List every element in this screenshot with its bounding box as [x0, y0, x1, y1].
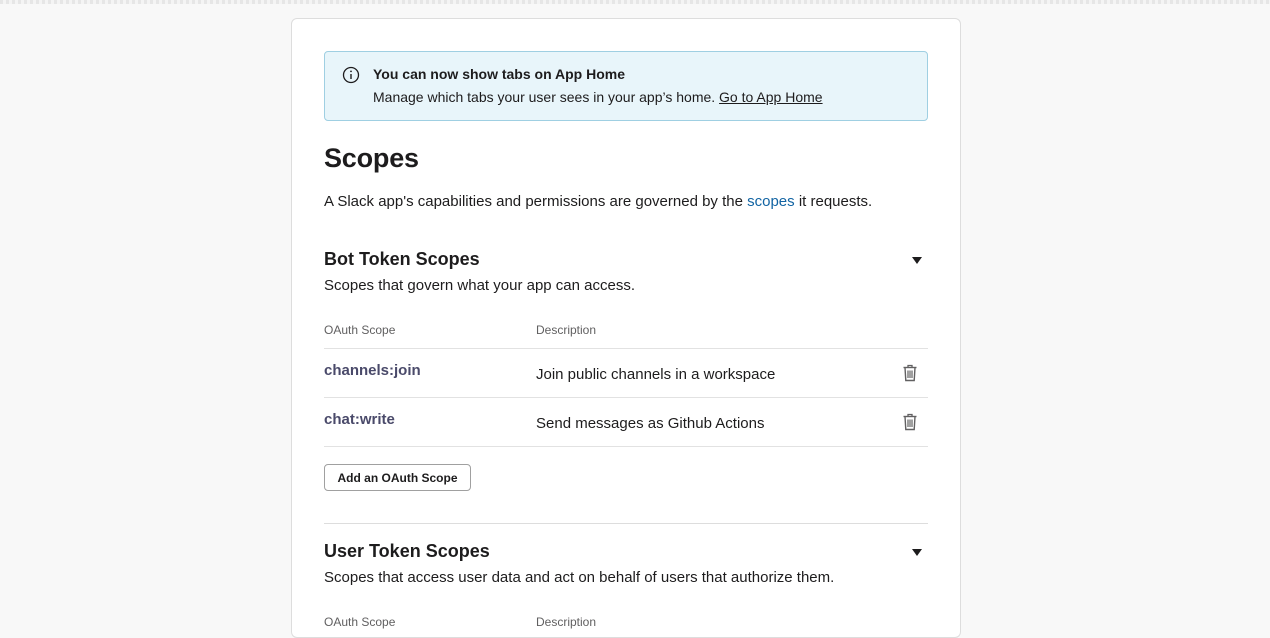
app-home-banner: You can now show tabs on App Home Manage…	[324, 51, 928, 121]
info-circle-icon	[342, 66, 360, 84]
column-header-description: Description	[536, 323, 597, 337]
scopes-link[interactable]: scopes	[747, 193, 795, 210]
card-content: You can now show tabs on App Home Manage…	[324, 51, 928, 629]
trash-icon[interactable]	[902, 364, 918, 382]
go-to-app-home-link[interactable]: Go to App Home	[719, 89, 823, 105]
column-header-oauth-scope: OAuth Scope	[324, 323, 396, 337]
bot-token-scopes-subtitle: Scopes that govern what your app can acc…	[324, 277, 636, 294]
user-token-scopes-subtitle: Scopes that access user data and act on …	[324, 569, 835, 586]
intro-text: A Slack app's capabilities and permissio…	[324, 193, 743, 210]
scope-description: Join public channels in a workspace	[536, 366, 776, 383]
banner-body-text: Manage which tabs your user sees in your…	[373, 89, 716, 105]
column-header-description: Description	[536, 615, 597, 629]
scope-name: channels:join	[324, 362, 421, 379]
column-header-oauth-scope: OAuth Scope	[324, 615, 396, 629]
table-divider	[324, 348, 928, 349]
scope-description: Send messages as Github Actions	[536, 415, 765, 432]
trash-icon[interactable]	[902, 413, 918, 431]
top-border	[0, 0, 1270, 4]
scope-name: chat:write	[324, 411, 395, 428]
banner-title: You can now show tabs on App Home	[373, 66, 626, 82]
bot-token-scopes-title: Bot Token Scopes	[324, 249, 480, 269]
user-token-scopes-title: User Token Scopes	[324, 541, 490, 561]
page-title: Scopes	[324, 143, 419, 173]
section-divider	[324, 523, 928, 524]
scopes-card: You can now show tabs on App Home Manage…	[291, 18, 961, 638]
table-divider	[324, 446, 928, 447]
intro-text-end: it requests.	[798, 193, 873, 210]
banner-body: Manage which tabs your user sees in your…	[373, 89, 823, 105]
caret-down-icon[interactable]	[911, 256, 923, 266]
add-oauth-scope-button[interactable]: Add an OAuth Scope	[324, 464, 471, 491]
caret-down-icon[interactable]	[911, 548, 923, 558]
table-divider	[324, 397, 928, 398]
scopes-intro: A Slack app's capabilities and permissio…	[324, 193, 872, 210]
